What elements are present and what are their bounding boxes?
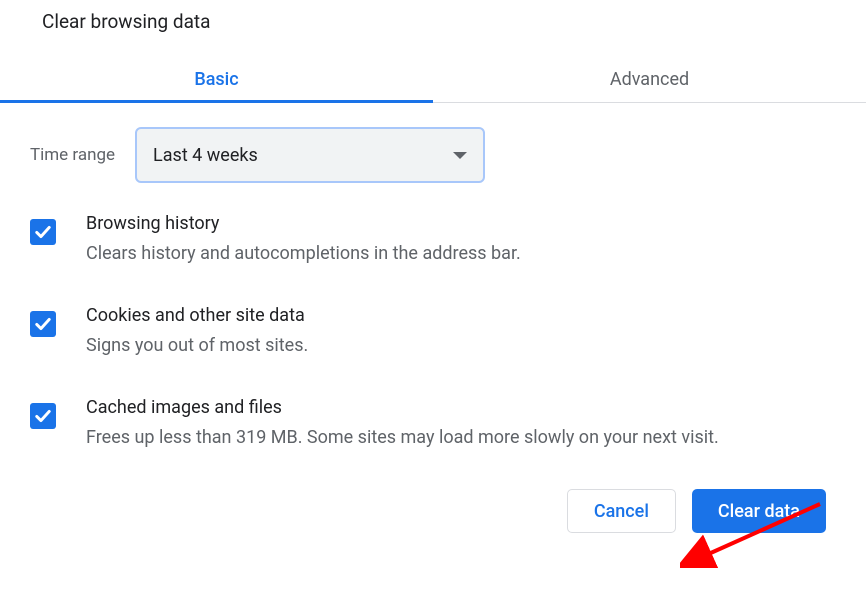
option-browsing-history: Browsing history Clears history and auto… [30,213,836,267]
dialog-buttons: Cancel Clear data [0,489,866,543]
cancel-button[interactable]: Cancel [567,489,676,533]
check-icon [33,406,53,426]
option-title: Cached images and files [86,397,836,418]
checkbox-cookies[interactable] [30,311,56,337]
check-icon [33,314,53,334]
time-range-label: Time range [30,145,115,165]
options-list: Browsing history Clears history and auto… [0,193,866,451]
chevron-down-icon [453,152,467,159]
tab-basic[interactable]: Basic [0,55,433,102]
tabs: Basic Advanced [0,55,866,103]
option-desc: Frees up less than 319 MB. Some sites ma… [86,424,836,451]
option-cookies: Cookies and other site data Signs you ou… [30,305,836,359]
option-cache: Cached images and files Frees up less th… [30,397,836,451]
option-title: Cookies and other site data [86,305,836,326]
option-desc: Signs you out of most sites. [86,332,836,359]
option-title: Browsing history [86,213,836,234]
time-range-row: Time range Last 4 weeks [0,103,866,193]
check-icon [33,222,53,242]
option-desc: Clears history and autocompletions in th… [86,240,836,267]
time-range-select[interactable]: Last 4 weeks [135,127,485,183]
checkbox-browsing-history[interactable] [30,219,56,245]
clear-data-button[interactable]: Clear data [692,489,826,533]
time-range-value: Last 4 weeks [153,145,258,166]
dialog-title: Clear browsing data [0,0,866,33]
tab-advanced[interactable]: Advanced [433,55,866,102]
checkbox-cache[interactable] [30,403,56,429]
